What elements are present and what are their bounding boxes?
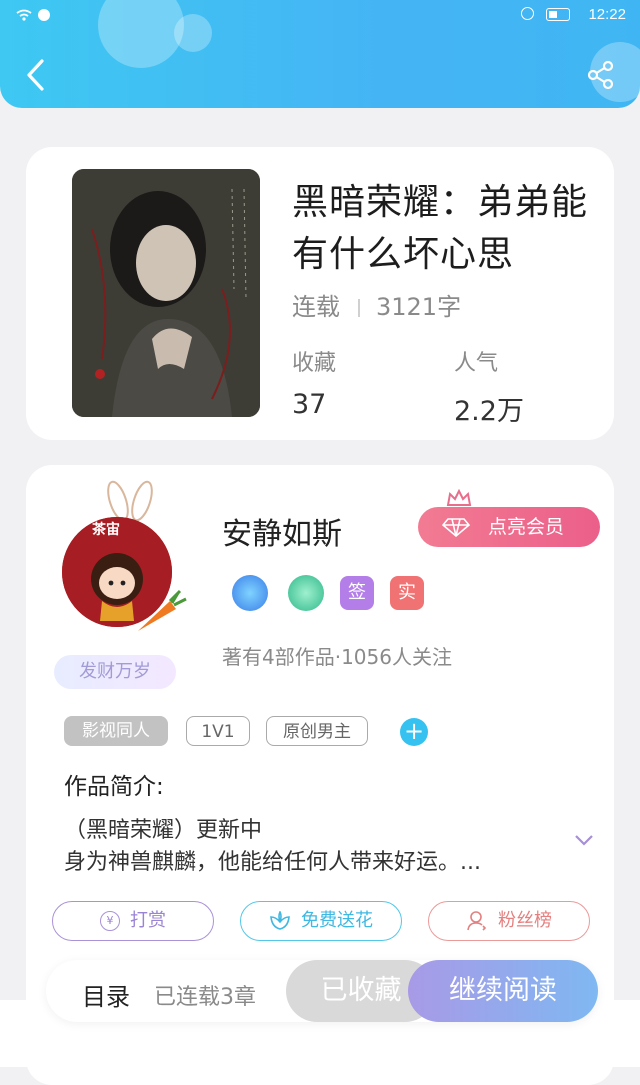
popularity-label: 人气 bbox=[454, 351, 499, 376]
handshake-badge-icon[interactable] bbox=[288, 575, 324, 611]
favorites-label: 收藏 bbox=[292, 351, 337, 376]
flower-label: 免费送花 bbox=[301, 910, 373, 931]
header-bar: 12:22 bbox=[0, 0, 640, 108]
share-icon[interactable] bbox=[586, 60, 616, 90]
vip-label: 点亮会员 bbox=[487, 516, 564, 538]
verified-badge[interactable]: 实 bbox=[390, 576, 424, 610]
fans-rank-button[interactable]: 粉丝榜 bbox=[428, 901, 590, 941]
tag-item[interactable]: 1V1 bbox=[186, 716, 250, 746]
favorites-value: 37 bbox=[292, 389, 327, 420]
book-cover[interactable] bbox=[72, 169, 260, 417]
alarm-icon bbox=[521, 7, 534, 20]
yen-icon: ¥ bbox=[100, 911, 120, 931]
wifi-icon bbox=[16, 9, 50, 21]
tip-label: 打赏 bbox=[130, 910, 166, 931]
send-flower-button[interactable]: 免费送花 bbox=[240, 901, 402, 941]
divider bbox=[358, 299, 360, 317]
tag-item[interactable]: 影视同人 bbox=[64, 716, 168, 746]
vip-button[interactable]: 点亮会员 bbox=[418, 507, 600, 547]
fortune-tag: 发财万岁 bbox=[54, 655, 176, 689]
cover-illustration bbox=[72, 169, 260, 417]
status-bar: 12:22 bbox=[0, 0, 640, 30]
tag-item[interactable]: 原创男主 bbox=[266, 716, 368, 746]
battery-icon bbox=[546, 8, 570, 21]
intro-text: （黑暗荣耀）更新中 身为神兽麒麟，他能给任何人带来好运。... bbox=[64, 815, 564, 879]
continue-reading-button[interactable]: 继续阅读 bbox=[408, 960, 598, 1022]
popularity-value: 2.2万 bbox=[454, 396, 524, 427]
serial-info: 已连载3章 bbox=[154, 985, 256, 1010]
word-count: 3121字 bbox=[376, 293, 462, 321]
toc-button[interactable]: 目录 bbox=[82, 977, 130, 1012]
book-title: 黑暗荣耀：弟弟能有什么坏心思 bbox=[292, 182, 589, 275]
intro-line: 身为神兽麒麟，他能给任何人带来好运。... bbox=[64, 850, 481, 875]
intro-line: （黑暗荣耀）更新中 bbox=[64, 818, 263, 843]
works-info: 著有4部作品·1056人关注 bbox=[222, 645, 452, 669]
diamond-icon bbox=[442, 518, 470, 537]
bottom-action-bar: 目录 已连载3章 已收藏 继续阅读 bbox=[46, 960, 598, 1022]
crown-icon bbox=[446, 489, 472, 506]
status-time: 12:22 bbox=[588, 6, 626, 23]
add-tag-button[interactable]: + bbox=[400, 718, 428, 746]
book-info-card: 黑暗荣耀：弟弟能有什么坏心思 连载 3121字 收藏 37 人气 2.2万 bbox=[26, 147, 614, 440]
user-icon bbox=[467, 911, 487, 931]
author-name[interactable]: 安静如斯 bbox=[222, 509, 342, 553]
book-meta: 连载 3121字 bbox=[292, 287, 461, 322]
sign-badge[interactable]: 签 bbox=[340, 576, 374, 610]
music-badge-icon[interactable] bbox=[232, 575, 268, 611]
tip-button[interactable]: ¥ 打赏 bbox=[52, 901, 214, 941]
book-status: 连载 bbox=[292, 293, 340, 321]
intro-heading: 作品简介: bbox=[64, 774, 164, 800]
avatar-label: 茶宙 bbox=[92, 522, 120, 538]
fans-label: 粉丝榜 bbox=[498, 910, 552, 931]
flower-icon bbox=[270, 910, 290, 930]
chevron-down-icon[interactable] bbox=[574, 833, 594, 847]
carrot-icon bbox=[138, 589, 187, 631]
back-icon[interactable] bbox=[22, 58, 50, 92]
